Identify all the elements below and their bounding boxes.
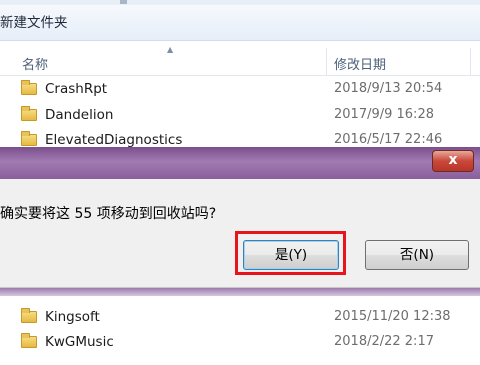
column-header: ▲ 名称 修改日期 xyxy=(0,45,480,76)
file-date: 2015/11/20 12:38 xyxy=(334,309,451,324)
close-button[interactable]: x xyxy=(432,150,474,172)
new-folder-button[interactable]: 新建文件夹 xyxy=(0,11,76,35)
file-date: 2018/2/22 2:17 xyxy=(334,334,434,349)
file-date: 2016/5/17 22:46 xyxy=(334,132,443,147)
dialog-bottom-edge xyxy=(0,288,480,296)
dialog-title-bar[interactable]: x xyxy=(0,147,480,180)
file-date: 2017/9/9 16:28 xyxy=(334,107,434,122)
title-bar-fragment xyxy=(120,0,127,4)
folder-icon xyxy=(21,106,37,121)
file-name: Kingsoft xyxy=(45,309,100,325)
file-row[interactable]: Dandelion 2017/9/9 16:28 xyxy=(0,103,480,128)
explorer-toolbar: 新建文件夹 xyxy=(0,5,480,41)
dialog-message: 确实要将这 55 项移动到回收站吗? xyxy=(0,206,217,222)
yes-button[interactable]: 是(Y) xyxy=(243,240,339,270)
confirm-delete-dialog: 确实要将这 55 项移动到回收站吗? 是(Y) 否(N) xyxy=(0,179,480,288)
no-button[interactable]: 否(N) xyxy=(365,240,469,270)
file-name: ElevatedDiagnostics xyxy=(45,132,183,148)
folder-icon xyxy=(21,333,37,348)
file-date: 2018/9/13 20:54 xyxy=(334,81,443,96)
sort-ascending-icon: ▲ xyxy=(167,45,174,54)
column-separator[interactable] xyxy=(470,48,471,75)
file-row[interactable]: CrashRpt 2018/9/13 20:54 xyxy=(0,77,480,102)
file-name: CrashRpt xyxy=(45,81,108,97)
file-name: KwGMusic xyxy=(45,334,114,350)
folder-icon xyxy=(21,308,37,323)
column-date-header[interactable]: 修改日期 xyxy=(334,54,386,73)
file-row[interactable]: Kingsoft 2015/11/20 12:38 xyxy=(0,305,480,330)
folder-icon xyxy=(21,80,37,95)
file-name: Dandelion xyxy=(45,107,114,123)
column-separator[interactable] xyxy=(326,48,327,75)
folder-icon xyxy=(21,131,37,146)
column-name-header[interactable]: 名称 xyxy=(22,54,48,73)
file-row[interactable]: KwGMusic 2018/2/22 2:17 xyxy=(0,330,480,355)
